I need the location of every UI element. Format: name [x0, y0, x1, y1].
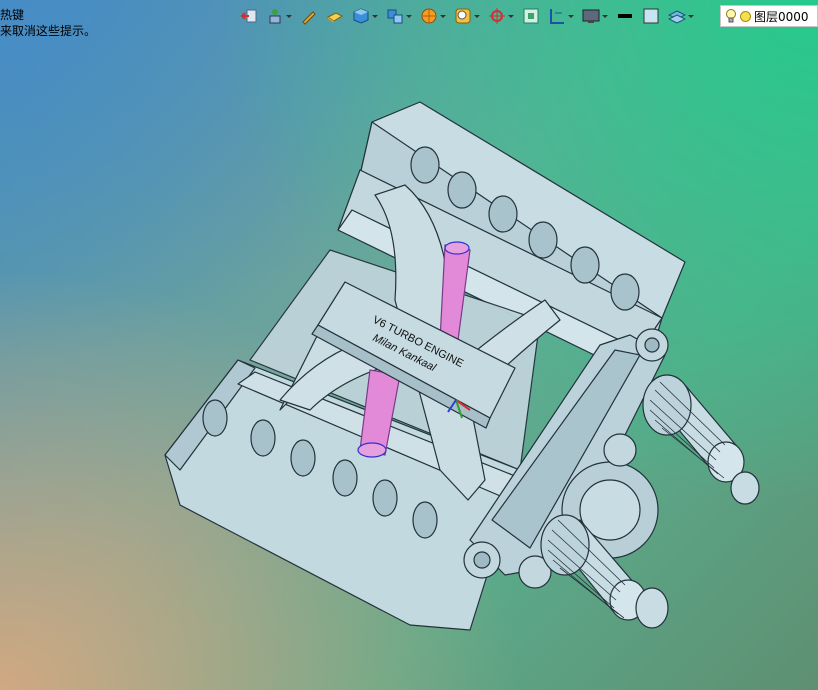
- hint-line-1: 热键: [0, 8, 25, 22]
- pencil-icon[interactable]: [298, 5, 320, 27]
- face-color-icon[interactable]: [640, 5, 662, 27]
- hotkey-hint: 热键 来取消这些提示。: [0, 7, 96, 39]
- block-icon[interactable]: [324, 5, 346, 27]
- back-arrow-icon[interactable]: [238, 5, 260, 27]
- frame-icon[interactable]: [546, 5, 576, 27]
- sun-view-icon[interactable]: [418, 5, 448, 27]
- hint-line-2: 来取消这些提示。: [0, 24, 97, 38]
- graphics-viewport[interactable]: V6 TURBO ENGINE Milan Kankaal 热键 来取消这些提示…: [0, 0, 818, 690]
- rotate-icon[interactable]: [486, 5, 516, 27]
- fit-view-icon[interactable]: [520, 5, 542, 27]
- view-toolbar: [238, 4, 696, 28]
- layer-name: 图层0000: [754, 9, 809, 24]
- display-icon[interactable]: [580, 5, 610, 27]
- line-color-icon[interactable]: [614, 5, 636, 27]
- sun-icon[interactable]: [740, 10, 751, 22]
- bulb-icon[interactable]: [725, 9, 737, 23]
- cube-icon[interactable]: [350, 5, 380, 27]
- layer-selector[interactable]: 图层0000: [720, 5, 818, 27]
- engine-model[interactable]: V6 TURBO ENGINE Milan Kankaal: [0, 0, 818, 690]
- layer-stack-icon[interactable]: [666, 5, 696, 27]
- move-icon[interactable]: [264, 5, 294, 27]
- zoom-view-icon[interactable]: [452, 5, 482, 27]
- split-cube-icon[interactable]: [384, 5, 414, 27]
